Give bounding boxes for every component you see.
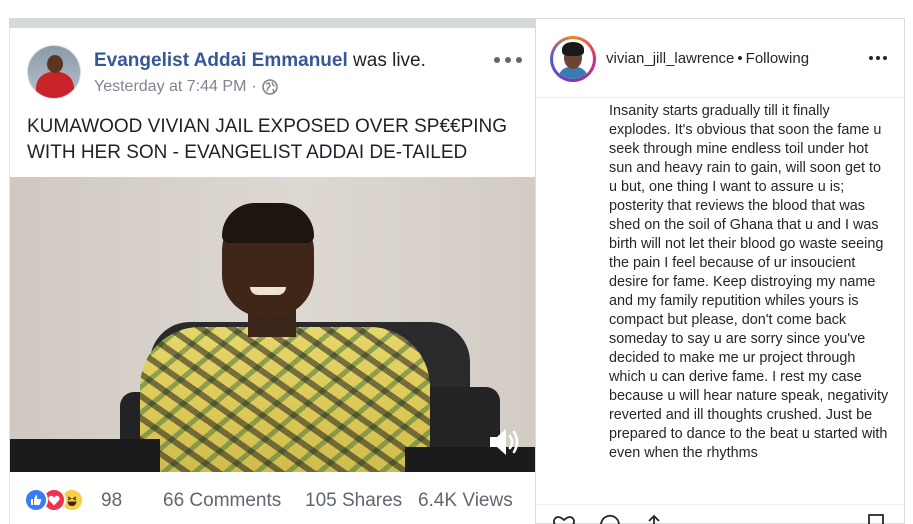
post-actions-bar [536, 511, 904, 524]
instagram-post-header: vivian_jill_lawrence • Following [536, 19, 904, 98]
share-icon[interactable] [642, 513, 666, 524]
comment-icon[interactable] [598, 513, 622, 524]
author-avatar[interactable] [27, 45, 81, 99]
video-speaker-shirt [140, 327, 430, 472]
page-top-strip [9, 18, 535, 28]
shares-count-link[interactable]: 105 Shares [305, 490, 402, 512]
reaction-count[interactable]: 98 [101, 490, 122, 512]
post-headline: KUMAWOOD VIVIAN JAIL EXPOSED OVER SP€€PI… [27, 116, 508, 163]
username-line: vivian_jill_lawrence • Following [606, 50, 809, 67]
volume-icon[interactable] [488, 427, 522, 457]
live-video-player[interactable] [10, 177, 536, 472]
like-reaction-icon [24, 488, 48, 512]
profile-avatar[interactable] [550, 36, 596, 82]
meta-separator: · [251, 78, 257, 95]
following-button[interactable]: Following [746, 50, 809, 67]
reactions-summary[interactable] [24, 488, 88, 512]
heart-icon[interactable] [552, 513, 576, 524]
post-stats-bar: 98 66 Comments 105 Shares 6.4K Views [10, 482, 536, 518]
more-options-button[interactable] [869, 56, 887, 61]
globe-icon[interactable] [261, 79, 278, 95]
post-caption: Insanity starts gradually till it finall… [609, 103, 889, 461]
facebook-post-card: Evangelist Addai Emmanuel was live. Yest… [9, 28, 536, 524]
post-options-button[interactable] [494, 52, 522, 68]
username-link[interactable]: vivian_jill_lawrence [606, 50, 734, 67]
post-meta: Yesterday at 7:44 PM · [94, 78, 278, 96]
comments-count-link[interactable]: 66 Comments [163, 490, 281, 512]
actions-divider [536, 504, 904, 505]
post-timestamp-link[interactable]: Yesterday at 7:44 PM [94, 78, 246, 96]
views-count: 6.4K Views [418, 490, 513, 511]
post-header-line: Evangelist Addai Emmanuel was live. [94, 50, 426, 72]
post-action-text: was live. [347, 50, 426, 71]
author-name-link[interactable]: Evangelist Addai Emmanuel [94, 50, 348, 71]
instagram-post-panel: vivian_jill_lawrence • Following Insanity … [535, 18, 905, 524]
bookmark-icon[interactable] [864, 513, 888, 524]
username-separator: • [737, 50, 743, 67]
